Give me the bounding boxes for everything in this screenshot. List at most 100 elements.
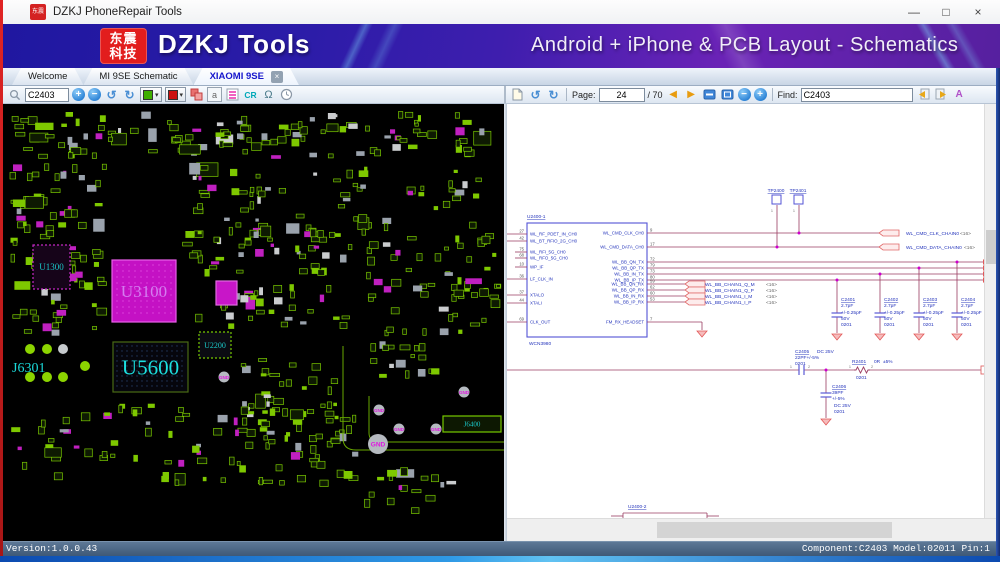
next-page-button[interactable]: ▶ xyxy=(684,87,699,102)
zoom-in-button[interactable]: + xyxy=(753,88,767,101)
red-swatch-icon xyxy=(167,89,178,100)
find-previous-button[interactable] xyxy=(916,87,931,102)
svg-text:+/-0.25pF: +/-0.25pF xyxy=(841,310,862,316)
tab-xiaomi-9se[interactable]: XIAOMI 9SE × xyxy=(194,68,299,85)
svg-text:+/-0.25pF: +/-0.25pF xyxy=(884,310,905,316)
svg-text:U2400-2: U2400-2 xyxy=(628,504,647,510)
schematic-view[interactable]: 27 WL_RF_PDET_IN_CH0 42 WL_BT_RFIO_2G_CH0 75… xyxy=(507,104,984,518)
svg-text:WL_RFO_5G_CH0: WL_RFO_5G_CH0 xyxy=(530,256,568,261)
resistance-measure-button[interactable]: Ω xyxy=(261,87,276,102)
zoom-out-button[interactable]: − xyxy=(737,88,751,101)
svg-text:WCN3980: WCN3980 xyxy=(529,341,551,347)
page-icon[interactable] xyxy=(510,87,525,102)
pc-board-viewport[interactable]: U3100 U5600 U1300 U2200 J6400 GND GND GND GND GND… xyxy=(3,104,504,541)
svg-text:75: 75 xyxy=(519,247,524,252)
svg-text:WL_BB_CHAIN1_Q_M: WL_BB_CHAIN1_Q_M xyxy=(705,282,755,288)
tab-close-icon[interactable]: × xyxy=(271,71,283,83)
page-number-input[interactable] xyxy=(598,87,645,102)
rotate-right-button[interactable]: ↻ xyxy=(122,87,137,102)
find-next-button[interactable] xyxy=(934,87,949,102)
close-button[interactable]: × xyxy=(964,2,992,22)
rotate-left-button[interactable]: ↺ xyxy=(528,87,543,102)
svg-text:<16>: <16> xyxy=(766,288,777,294)
svg-text:GND: GND xyxy=(431,427,442,432)
svg-text:C2401: C2401 xyxy=(841,297,855,303)
find-input[interactable] xyxy=(800,87,913,102)
match-case-button[interactable]: A xyxy=(952,87,967,102)
zoom-in-button[interactable]: + xyxy=(72,88,85,101)
svg-text:WL_CMD_DATA_CH0: WL_CMD_DATA_CH0 xyxy=(600,245,644,250)
svg-text:<16>: <16> xyxy=(766,282,777,288)
svg-text:WL_BB_CHAIN1_I_M: WL_BB_CHAIN1_I_M xyxy=(705,294,752,300)
svg-text:<16>: <16> xyxy=(766,294,777,300)
minimize-button[interactable]: — xyxy=(900,2,928,22)
window-right-border xyxy=(996,68,1000,556)
component-search-input[interactable] xyxy=(25,87,69,102)
svg-text:U3100: U3100 xyxy=(121,282,167,301)
tab-label: Welcome xyxy=(28,70,68,82)
svg-text:GND: GND xyxy=(394,427,405,432)
horizontal-scrollbar[interactable] xyxy=(507,518,996,541)
svg-text:U5600: U5600 xyxy=(122,356,179,380)
svg-text:73: 73 xyxy=(650,269,655,274)
svg-text:+/-5%: +/-5% xyxy=(832,396,845,402)
fit-width-button[interactable] xyxy=(702,87,717,102)
tab-label: MI 9SE Schematic xyxy=(99,70,178,82)
rotate-right-button[interactable]: ↻ xyxy=(546,87,561,102)
layers-list-button[interactable] xyxy=(225,87,240,102)
brand-name: DZKJ Tools xyxy=(158,29,311,59)
rotate-left-button[interactable]: ↺ xyxy=(104,87,119,102)
svg-text:DC 25V: DC 25V xyxy=(834,403,852,409)
svg-text:22PF+/-5%: 22PF+/-5% xyxy=(795,355,820,361)
svg-text:WL_RFI_5G_CH0: WL_RFI_5G_CH0 xyxy=(530,250,566,255)
svg-text:WL_CMD_CLK_CHAIN0: WL_CMD_CLK_CHAIN0 xyxy=(906,231,959,237)
fit-page-button[interactable] xyxy=(720,87,735,102)
svg-text:<16>: <16> xyxy=(960,231,971,237)
previous-page-button[interactable]: ◀ xyxy=(666,87,681,102)
labels-toggle-button[interactable]: a xyxy=(207,87,223,102)
dropdown-arrow-icon: ▾ xyxy=(179,91,184,99)
app-logo-icon: 东震 xyxy=(30,4,46,20)
svg-text:0201: 0201 xyxy=(841,322,852,328)
svg-text:WP_IF: WP_IF xyxy=(530,265,544,270)
pcb-view[interactable]: U3100 U5600 U1300 U2200 J6400 GND GND GND GND GND… xyxy=(3,104,504,541)
bottom-layer-color-button[interactable]: ▾ xyxy=(164,87,187,102)
content-area: U3100 U5600 U1300 U2200 J6400 GND GND GND GND GND… xyxy=(3,104,996,541)
maximize-button[interactable]: □ xyxy=(932,2,960,22)
horizontal-scrollbar-thumb[interactable] xyxy=(657,522,892,538)
dropdown-arrow-icon: ▾ xyxy=(155,91,159,99)
schematic-viewport[interactable]: 27 WL_RF_PDET_IN_CH0 42 WL_BT_RFIO_2G_CH0 75… xyxy=(507,104,996,541)
svg-text:2: 2 xyxy=(871,365,873,369)
svg-text:XTALI: XTALI xyxy=(530,301,542,306)
svg-text:+/-0.25pF: +/-0.25pF xyxy=(961,310,982,316)
cr-filter-button[interactable]: CR xyxy=(243,87,258,102)
svg-text:WL_CMD_CLK_CH0: WL_CMD_CLK_CH0 xyxy=(603,231,645,236)
svg-text:39PF: 39PF xyxy=(832,390,844,396)
pads-toggle-button[interactable] xyxy=(189,87,204,102)
svg-text:0201: 0201 xyxy=(834,409,845,415)
vertical-scrollbar-thumb[interactable] xyxy=(986,230,996,264)
svg-text:1: 1 xyxy=(790,365,792,369)
svg-text:GND: GND xyxy=(371,441,386,448)
tabbar: Welcome MI 9SE Schematic XIAOMI 9SE × xyxy=(3,68,996,86)
vertical-scrollbar[interactable] xyxy=(984,104,996,518)
window-bottom-border xyxy=(0,556,1000,562)
window-title: DZKJ PhoneRepair Tools xyxy=(53,6,182,18)
top-layer-color-button[interactable]: ▾ xyxy=(140,87,162,102)
tab-welcome[interactable]: Welcome xyxy=(12,68,83,85)
pcb-toolbar: + − ↺ ↻ ▾ ▾ a CR Ω xyxy=(3,86,504,103)
svg-text:0201: 0201 xyxy=(961,322,972,328)
svg-text:WL_BB_QP_RX: WL_BB_QP_RX xyxy=(612,288,644,293)
svg-text:WL_CMD_DATA_CHAIN0: WL_CMD_DATA_CHAIN0 xyxy=(906,245,962,251)
brand-logo-text-line1: 东震 xyxy=(109,31,138,46)
svg-text:WL_BT_RFIO_2G_CH0: WL_BT_RFIO_2G_CH0 xyxy=(530,239,578,244)
svg-text:0201: 0201 xyxy=(856,375,867,381)
svg-text:TP2401: TP2401 xyxy=(790,188,807,194)
svg-text:FM_RX_HEADSET: FM_RX_HEADSET xyxy=(606,320,644,325)
history-button[interactable] xyxy=(279,87,294,102)
titlebar: 东震 DZKJ PhoneRepair Tools — □ × xyxy=(0,0,1000,24)
tab-mi-9se-schematic[interactable]: MI 9SE Schematic xyxy=(83,68,193,85)
svg-text:59: 59 xyxy=(650,279,655,284)
svg-text:50V: 50V xyxy=(923,316,932,322)
zoom-out-button[interactable]: − xyxy=(88,88,101,101)
